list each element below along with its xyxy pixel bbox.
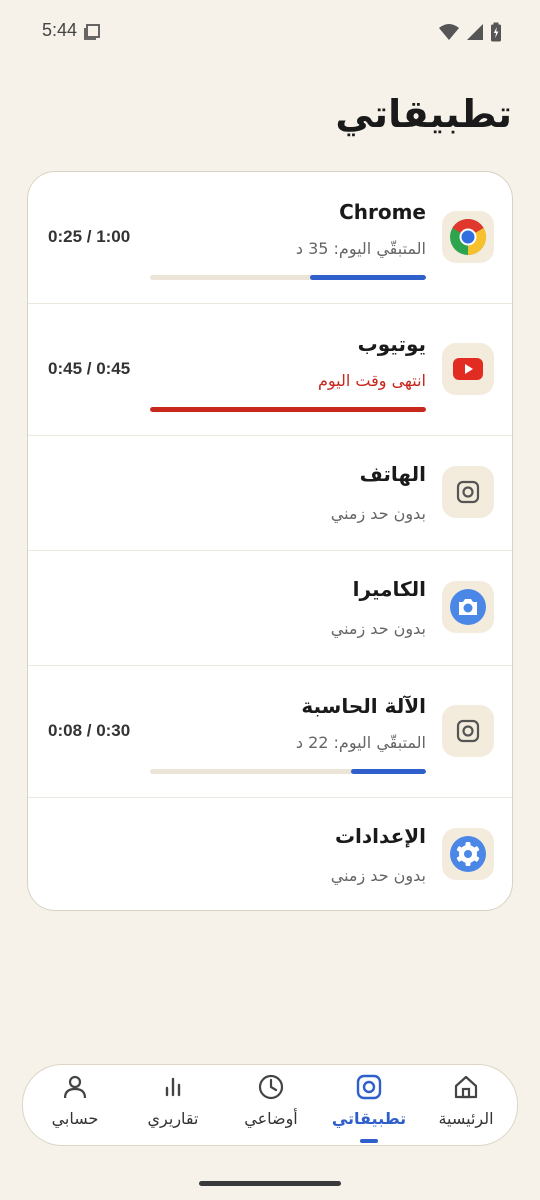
- app-row-chrome[interactable]: Chrome المتبقّي اليوم: 35 د 0:25 / 1:00: [28, 172, 512, 304]
- nav-item-account[interactable]: حسابي: [27, 1065, 123, 1147]
- chrome-icon: [442, 211, 494, 263]
- usage-progress-bar: [150, 275, 426, 280]
- nav-label: حسابي: [51, 1109, 99, 1128]
- home-icon: [452, 1073, 480, 1101]
- camera-icon: [442, 581, 494, 633]
- youtube-icon: [442, 343, 494, 395]
- app-row-youtube[interactable]: يوتيوب انتهى وقت اليوم 0:45 / 0:45: [28, 304, 512, 436]
- app-generic-icon: [442, 705, 494, 757]
- app-limit-status: بدون حد زمني: [330, 866, 426, 885]
- page-title: تطبيقاتي: [335, 92, 512, 136]
- status-bar: 5:44: [0, 0, 540, 64]
- app-name: Chrome: [339, 200, 426, 224]
- usage-progress-bar: [150, 407, 426, 412]
- active-tab-indicator: [360, 1139, 378, 1143]
- nav-item-reports[interactable]: تقاريري: [125, 1065, 221, 1147]
- usage-readout: 0:25 / 1:00: [48, 227, 131, 246]
- usage-readout: 0:08 / 0:30: [48, 721, 131, 740]
- settings-icon: [442, 828, 494, 880]
- nav-item-modes[interactable]: أوضاعي: [223, 1065, 319, 1147]
- app-generic-icon: [442, 466, 494, 518]
- app-row-settings[interactable]: الإعدادات بدون حد زمني: [28, 798, 512, 910]
- app-row-camera[interactable]: الكاميرا بدون حد زمني: [28, 551, 512, 666]
- usage-progress-fill: [351, 769, 426, 774]
- screenshot-notification-icon: [84, 24, 100, 40]
- nav-item-apps[interactable]: تطبيقاتي: [321, 1065, 417, 1147]
- cell-signal-icon: [467, 24, 483, 40]
- bottom-navigation: الرئيسية تطبيقاتي أوضاعي تقاريري حسابي: [22, 1064, 518, 1146]
- nav-item-home[interactable]: الرئيسية: [418, 1065, 514, 1147]
- app-remaining: المتبقّي اليوم: 22 د: [295, 733, 426, 752]
- status-time: 5:44: [42, 20, 78, 40]
- battery-icon: [491, 22, 501, 42]
- wifi-icon: [439, 24, 459, 40]
- apps-icon: [355, 1073, 383, 1101]
- usage-readout: 0:45 / 0:45: [48, 359, 131, 378]
- app-row-calculator[interactable]: الآلة الحاسبة المتبقّي اليوم: 22 د 0:08 …: [28, 666, 512, 798]
- nav-label: تقاريري: [147, 1109, 199, 1128]
- nav-label: تطبيقاتي: [331, 1109, 407, 1128]
- app-name: الآلة الحاسبة: [301, 694, 426, 718]
- app-name: الإعدادات: [334, 824, 426, 848]
- app-remaining: المتبقّي اليوم: 35 د: [295, 239, 426, 258]
- usage-progress-fill: [150, 407, 426, 412]
- usage-progress-bar: [150, 769, 426, 774]
- app-row-phone[interactable]: الهاتف بدون حد زمني: [28, 436, 512, 551]
- app-name: يوتيوب: [357, 332, 426, 356]
- app-limit-status: بدون حد زمني: [330, 504, 426, 523]
- app-limit-status: بدون حد زمني: [330, 619, 426, 638]
- person-icon: [61, 1073, 89, 1101]
- app-name: الهاتف: [359, 462, 426, 486]
- app-expired-status: انتهى وقت اليوم: [317, 371, 426, 390]
- gesture-home-handle[interactable]: [199, 1181, 341, 1186]
- bar-chart-icon: [159, 1073, 187, 1101]
- nav-label: أوضاعي: [244, 1109, 298, 1128]
- nav-label: الرئيسية: [438, 1109, 494, 1128]
- usage-progress-fill: [310, 275, 426, 280]
- clock-icon: [257, 1073, 285, 1101]
- app-name: الكاميرا: [352, 577, 426, 601]
- apps-list: Chrome المتبقّي اليوم: 35 د 0:25 / 1:00 …: [27, 171, 513, 911]
